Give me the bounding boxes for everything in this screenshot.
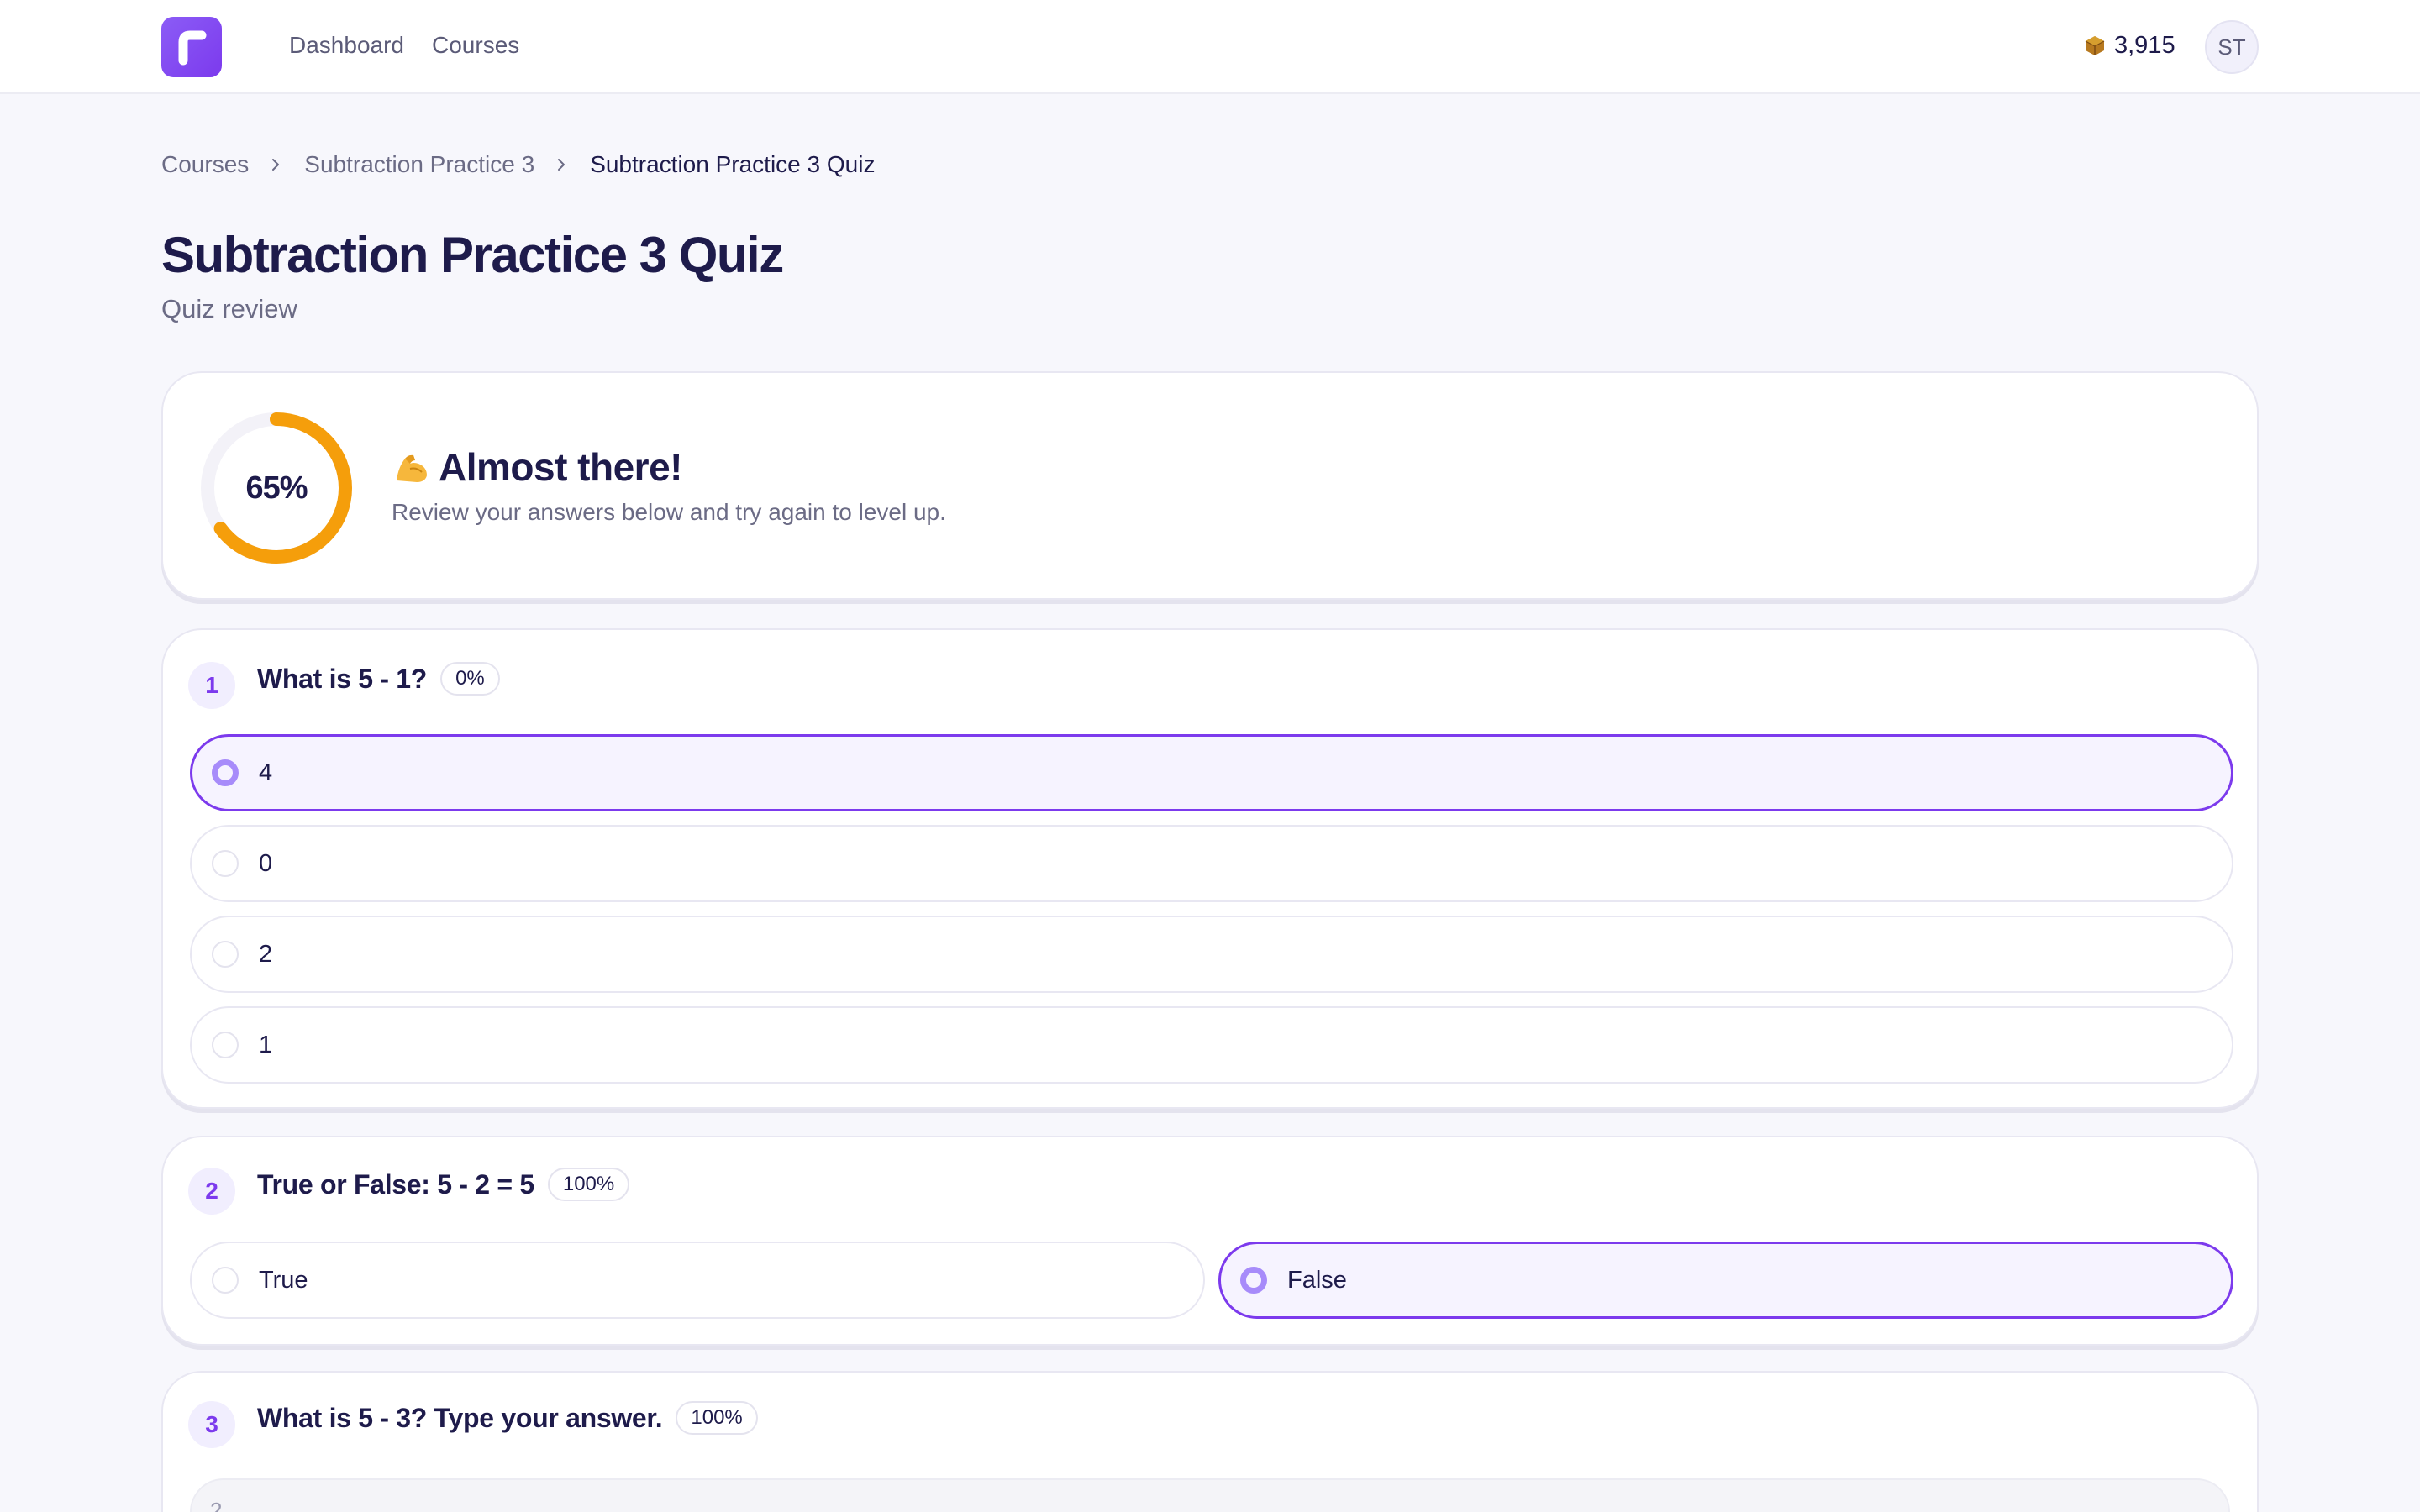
option-label: 4 <box>259 759 273 786</box>
flexed-biceps-icon <box>397 454 427 482</box>
user-avatar[interactable]: ST <box>2205 20 2259 74</box>
option-label: 0 <box>259 850 273 877</box>
question-score-badge: 100% <box>676 1401 758 1435</box>
question-number: 3 <box>188 1401 235 1448</box>
breadcrumb: Courses Subtraction Practice 3 Subtracti… <box>161 148 875 181</box>
answer-option-selected[interactable]: 4 <box>190 734 2233 811</box>
coin-balance: 3,915 <box>2084 29 2175 62</box>
answer-option[interactable]: 2 <box>190 916 2233 993</box>
typed-answer-value: 2 <box>210 1498 223 1512</box>
option-label: 1 <box>259 1032 273 1058</box>
breadcrumb-courses[interactable]: Courses <box>161 148 249 181</box>
question-card-2: 2 True or False: 5 - 2 = 5 100% True Fal… <box>161 1136 2259 1346</box>
question-number: 2 <box>188 1168 235 1215</box>
radio-selected-icon <box>1240 1267 1267 1294</box>
radio-icon <box>212 1267 239 1294</box>
option-label: False <box>1287 1267 1347 1294</box>
app-logo[interactable] <box>161 17 222 77</box>
radio-icon <box>212 850 239 877</box>
radio-icon <box>212 1032 239 1058</box>
typed-answer-field: 2 <box>190 1478 2230 1512</box>
nav-link-courses[interactable]: Courses <box>432 30 519 60</box>
answer-option[interactable]: 0 <box>190 825 2233 902</box>
answer-option-false-selected[interactable]: False <box>1218 1242 2233 1319</box>
question-card-1: 1 What is 5 - 1? 0% 4 0 2 1 <box>161 628 2259 1109</box>
quiz-result-card: 65% Almost there! Review your answers be… <box>161 371 2259 600</box>
option-label: 2 <box>259 941 273 968</box>
option-label: True <box>259 1267 308 1294</box>
radio-icon <box>212 941 239 968</box>
question-text: True or False: 5 - 2 = 5 <box>257 1169 534 1200</box>
result-title: Almost there! <box>392 444 682 491</box>
question-header: What is 5 - 1? 0% <box>257 660 500 697</box>
chevron-right-icon <box>558 159 566 171</box>
question-score-badge: 0% <box>440 662 500 696</box>
logo-icon <box>178 30 207 66</box>
question-number: 1 <box>188 662 235 709</box>
answer-option[interactable]: 1 <box>190 1006 2233 1084</box>
result-title-text: Almost there! <box>439 445 682 489</box>
treasure-chest-icon <box>2085 36 2105 55</box>
breadcrumb-course[interactable]: Subtraction Practice 3 <box>304 148 534 181</box>
page-title: Subtraction Practice 3 Quiz <box>161 227 784 283</box>
score-percentage: 65% <box>245 470 308 506</box>
nav-link-dashboard[interactable]: Dashboard <box>289 30 404 60</box>
question-header: What is 5 - 3? Type your answer. 100% <box>257 1399 758 1436</box>
chevron-right-icon <box>272 159 280 171</box>
page-subtitle: Quiz review <box>161 294 297 323</box>
breadcrumb-current: Subtraction Practice 3 Quiz <box>590 151 876 177</box>
top-navigation: Dashboard Courses 3,915 ST <box>0 0 2420 94</box>
radio-selected-icon <box>212 759 239 786</box>
question-text: What is 5 - 3? Type your answer. <box>257 1403 663 1433</box>
question-score-badge: 100% <box>547 1168 630 1201</box>
question-header: True or False: 5 - 2 = 5 100% <box>257 1166 630 1203</box>
coin-count: 3,915 <box>2114 32 2175 59</box>
answer-option-true[interactable]: True <box>190 1242 1205 1319</box>
result-description: Review your answers below and try again … <box>392 499 946 525</box>
question-card-3: 3 What is 5 - 3? Type your answer. 100% … <box>161 1371 2259 1512</box>
question-text: What is 5 - 1? <box>257 664 428 694</box>
